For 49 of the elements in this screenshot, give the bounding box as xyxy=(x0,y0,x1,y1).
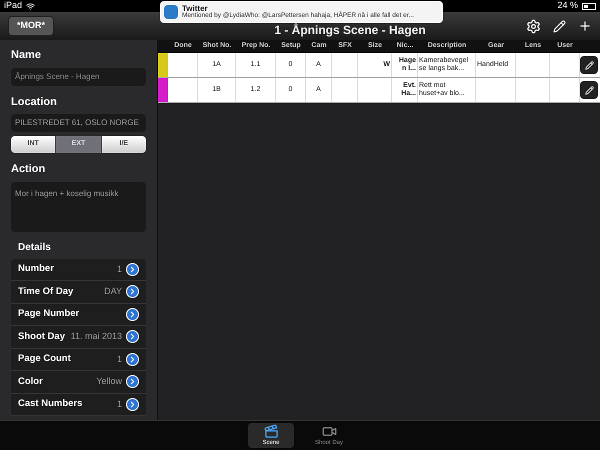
battery-percent: 24 % xyxy=(557,0,578,12)
detail-value: 1 xyxy=(116,352,122,366)
edit-button[interactable] xyxy=(580,56,598,74)
name-field[interactable]: Åpnings Scene - Hagen xyxy=(11,68,146,86)
disclosure-icon[interactable] xyxy=(126,262,139,276)
details-row[interactable]: Number 1 xyxy=(11,258,146,281)
details-row[interactable]: Page Count 1 xyxy=(11,348,146,371)
clapperboard-icon xyxy=(264,424,278,438)
detail-label: Color xyxy=(18,374,44,389)
details-row[interactable]: Color Yellow xyxy=(11,371,146,394)
detail-label: Page Count xyxy=(18,352,72,366)
disclosure-icon[interactable] xyxy=(126,398,139,411)
detail-label: Time Of Day xyxy=(18,284,74,299)
disclosure-icon[interactable] xyxy=(126,352,139,366)
back-button[interactable]: *MOR* xyxy=(8,16,54,36)
details-row[interactable]: Page Number xyxy=(11,304,146,326)
details-row[interactable]: Shoot Day 11. mai 2013 xyxy=(11,326,146,348)
detail-label: Shoot Day xyxy=(18,330,66,344)
pencil-icon xyxy=(584,86,594,94)
scene-title: 1 - Åpnings Scene - Hagen xyxy=(274,22,426,39)
detail-label: Number xyxy=(18,262,55,276)
detail-value: 1 xyxy=(116,398,122,410)
disclosure-icon[interactable] xyxy=(126,285,139,298)
disclosure-icon[interactable] xyxy=(126,375,139,388)
battery-icon xyxy=(582,2,596,10)
device-name: iPad xyxy=(4,0,22,12)
disclosure-icon[interactable] xyxy=(126,308,139,321)
detail-value: Yellow xyxy=(96,375,122,388)
location-field[interactable]: PILESTREDET 61, OSLO NORGE xyxy=(11,114,146,132)
disclosure-icon[interactable] xyxy=(126,330,139,344)
pencil-icon xyxy=(584,60,594,70)
notification-title: Twitter xyxy=(182,4,208,13)
action-label: Action xyxy=(11,162,46,177)
detail-value: DAY xyxy=(104,285,122,298)
details-row[interactable]: Time Of Day DAY xyxy=(11,281,146,304)
detail-value: 1 xyxy=(116,262,122,276)
details-label: Details xyxy=(17,240,52,254)
settings-icon[interactable] xyxy=(526,18,541,34)
details-row[interactable]: Cast Numbers 1 xyxy=(11,394,146,416)
action-field[interactable]: Mor i hagen + koselig musikk xyxy=(11,182,146,232)
edit-button[interactable] xyxy=(580,81,598,99)
wifi-icon xyxy=(26,2,36,10)
name-label: Name xyxy=(11,48,42,63)
detail-label: Cast Numbers xyxy=(18,397,84,412)
detail-value: 11. mai 2013 xyxy=(70,330,122,343)
detail-label: Page Number xyxy=(18,307,80,322)
add-icon[interactable] xyxy=(578,19,592,33)
edit-icon[interactable] xyxy=(553,20,566,32)
location-label: Location xyxy=(11,94,58,110)
